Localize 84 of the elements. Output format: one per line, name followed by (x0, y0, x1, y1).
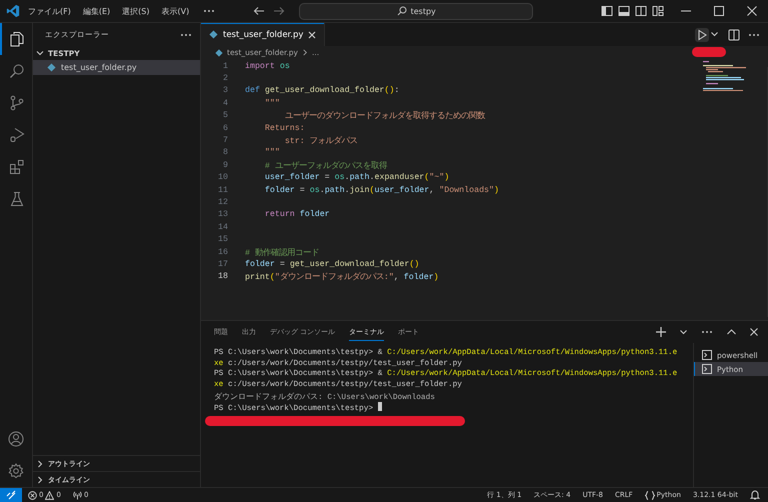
remote-icon (6, 490, 16, 500)
line-number: 7 (222, 136, 228, 146)
more-icon[interactable] (203, 9, 216, 13)
code-line: """ (264, 148, 280, 158)
line-number: 2 (222, 74, 228, 84)
line-number: 12 (217, 198, 228, 207)
code-line: """ (264, 98, 280, 108)
terminal-icon (702, 350, 712, 360)
code-line: # ユーザーフォルダのパスを取得 (264, 160, 387, 171)
code-line: ユーザーのダウンロードフォルダを取得するための関数 (284, 110, 485, 122)
line-number: 3 (222, 86, 228, 96)
run-debug-icon (9, 127, 25, 143)
line-number: 16 (217, 248, 228, 257)
antenna-icon (72, 490, 82, 500)
code-line: user_folder = os.path.expanduser("~") (264, 173, 450, 182)
warning-icon (45, 490, 54, 500)
code-line: Returns: (264, 124, 305, 133)
more-icon[interactable] (701, 330, 713, 334)
branch-icon (9, 95, 25, 111)
account-icon[interactable] (8, 431, 24, 447)
remote-button[interactable] (0, 488, 22, 502)
menu-item[interactable]: 編集(E) (82, 6, 110, 16)
line-number: 9 (222, 160, 228, 170)
settings-icon[interactable] (8, 463, 24, 479)
line-number: 4 (222, 98, 228, 108)
code-line: print("ダウンロードフォルダのパス:", folder) (245, 271, 439, 282)
code-line: folder = os.path.join(user_folder, "Downloads") (264, 186, 500, 195)
line-number: 17 (217, 260, 228, 269)
line-number: 1 (222, 62, 228, 71)
code-line: import os (245, 62, 290, 71)
python-file-icon (209, 30, 218, 39)
line-number: 13 (217, 210, 228, 220)
more-icon[interactable] (748, 32, 760, 36)
menu-item[interactable]: 選択(S) (122, 6, 150, 16)
panel-toggle-icon[interactable] (618, 5, 630, 17)
plus-icon[interactable] (656, 327, 666, 337)
close-icon[interactable] (308, 30, 316, 38)
line-number: 8 (222, 148, 228, 158)
python-file-icon (215, 48, 223, 56)
maximize-icon[interactable] (714, 6, 724, 16)
line-number: 18 (217, 272, 228, 282)
error-icon (28, 490, 37, 500)
search-icon (396, 6, 407, 16)
split-layout-icon[interactable] (635, 5, 647, 17)
chevron-icon (36, 49, 44, 57)
app-logo-icon (6, 4, 20, 18)
menu-item[interactable]: 表示(V) (161, 6, 190, 16)
search-field[interactable]: testpy (299, 2, 534, 20)
chevron-up-icon[interactable] (727, 329, 736, 335)
line-number: 5 (222, 111, 228, 120)
layout-icon[interactable] (652, 5, 664, 17)
line-number: 11 (217, 186, 228, 195)
code-line: def get_user_download_folder(): (245, 86, 400, 96)
redaction-mark (692, 47, 726, 57)
line-number: 15 (217, 235, 228, 244)
search-icon (9, 63, 25, 79)
files-icon (9, 31, 25, 47)
python-file-icon (47, 63, 56, 72)
back-arrow-icon[interactable] (253, 6, 266, 16)
more-icon[interactable] (180, 32, 192, 36)
code-line: str: フォルダパス (284, 135, 358, 146)
braces-icon (644, 490, 655, 500)
chevron-icon (302, 49, 308, 56)
menu-item[interactable]: ファイル(F) (28, 6, 71, 16)
terminal-icon (702, 364, 712, 374)
code-line: folder = get_user_download_folder() (245, 260, 420, 269)
caret-icon[interactable] (680, 330, 687, 334)
forward-arrow-icon[interactable] (273, 6, 286, 16)
code-line: return folder (264, 210, 330, 220)
flask-icon (9, 191, 25, 207)
code-line: # 動作確認用コード (245, 247, 319, 258)
run-icon[interactable] (695, 28, 709, 42)
close-icon[interactable] (750, 328, 758, 336)
file-item[interactable]: test_user_folder.py (33, 60, 200, 75)
bell-icon[interactable] (750, 490, 760, 500)
line-number: 6 (222, 124, 228, 133)
close-icon[interactable] (747, 6, 757, 16)
line-number: 14 (217, 222, 228, 232)
caret-icon[interactable] (711, 32, 718, 37)
sidebar-toggle-icon[interactable] (601, 5, 613, 17)
editor-tab[interactable]: test_user_folder.py (201, 23, 326, 46)
line-number: 10 (217, 173, 228, 182)
extensions-icon (9, 159, 25, 175)
split-editor-icon[interactable] (728, 28, 740, 40)
